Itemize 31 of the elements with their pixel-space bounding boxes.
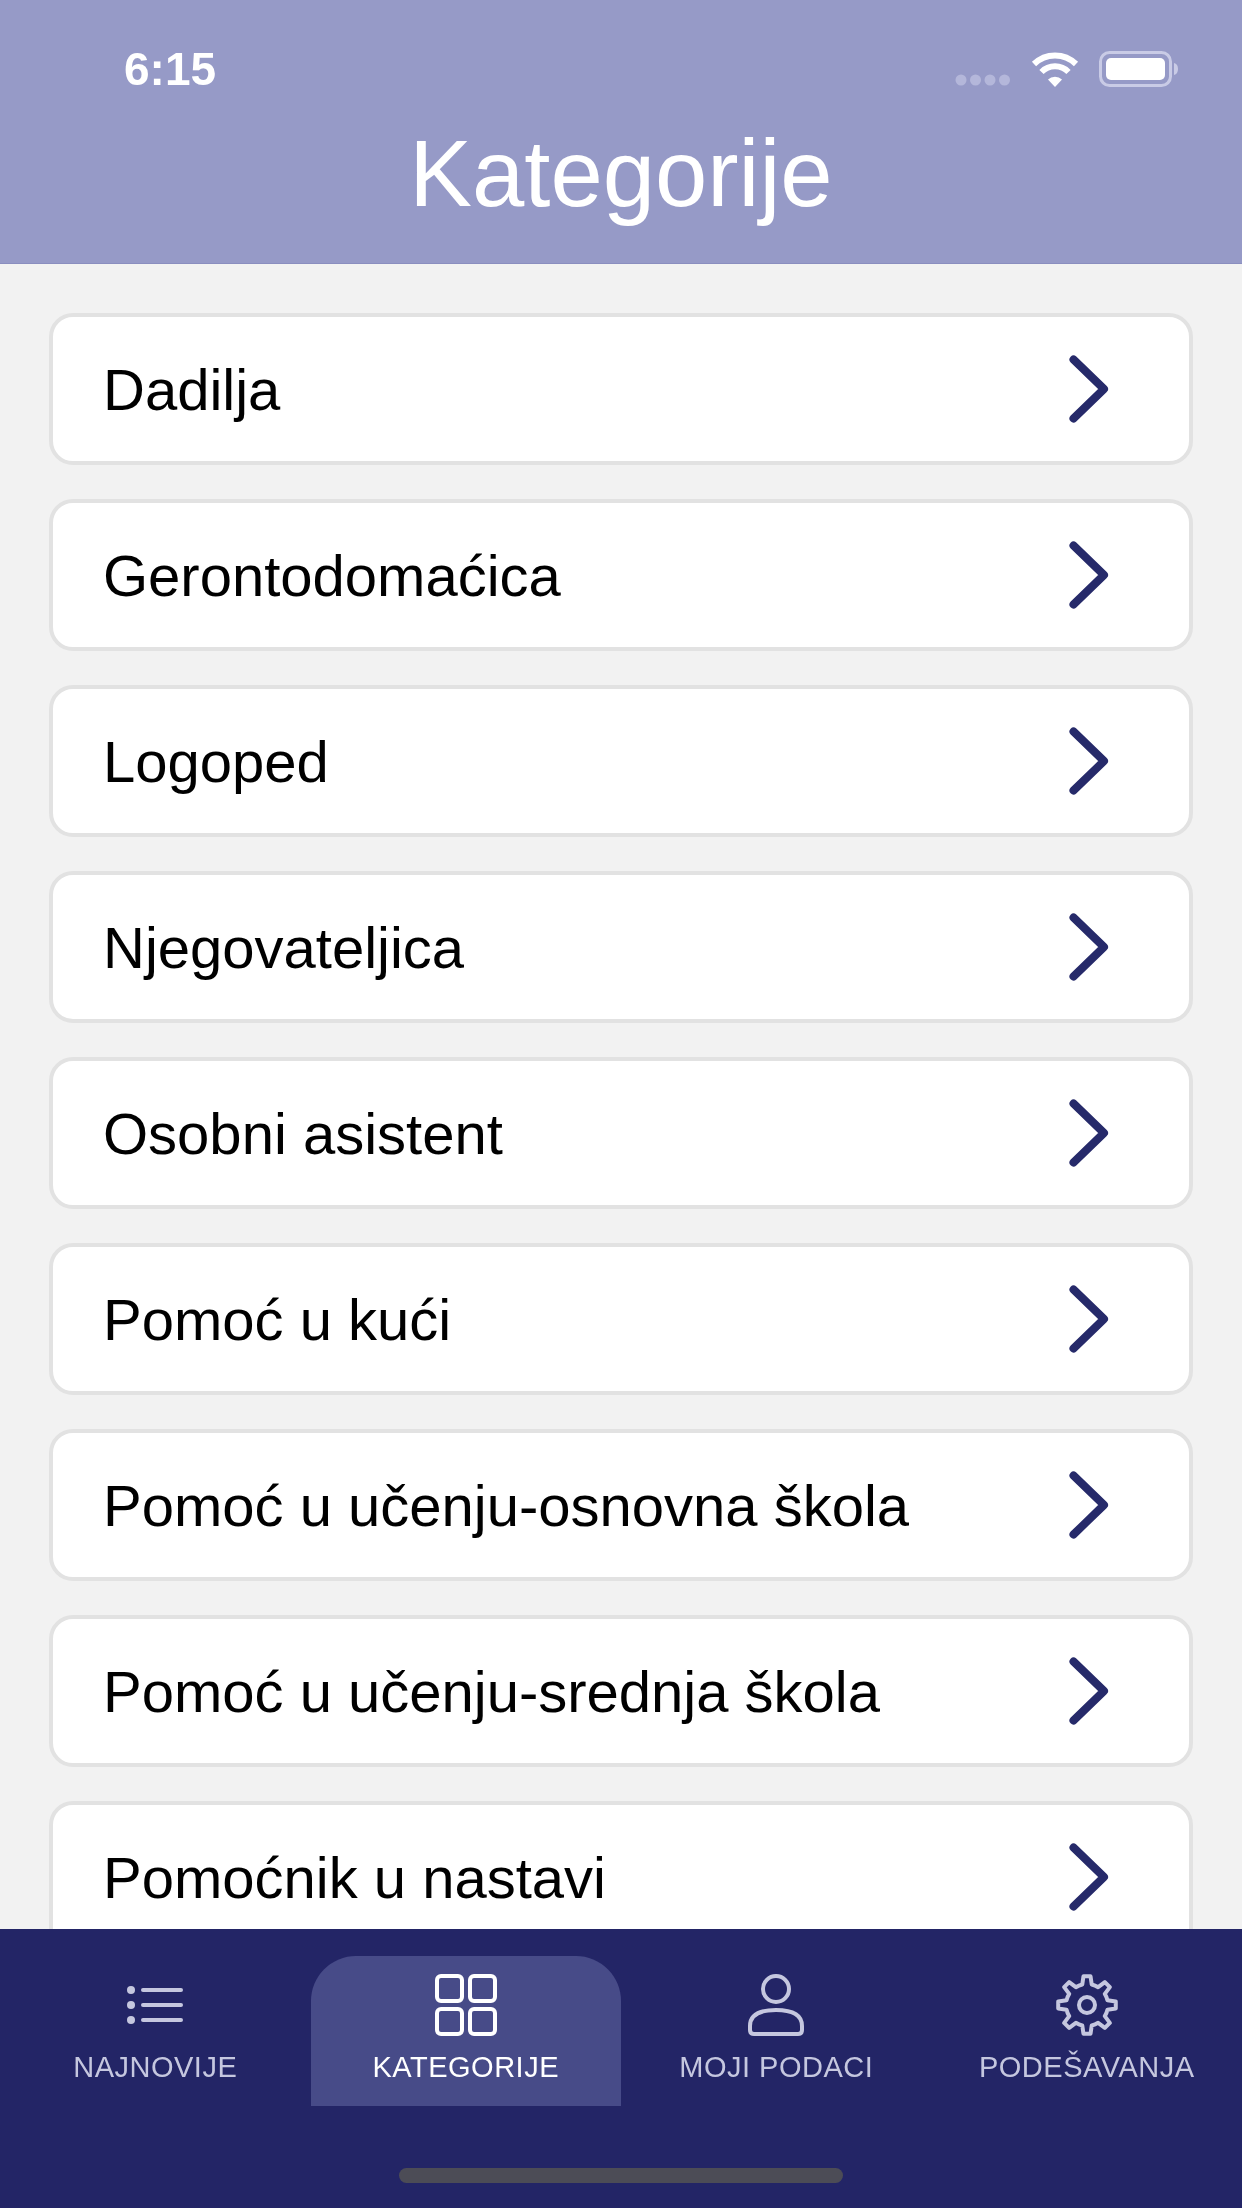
person-icon (747, 1974, 806, 2036)
battery-icon (1099, 51, 1179, 87)
chevron-right-icon (1069, 541, 1109, 609)
tab[interactable]: PODEŠAVANJA (931, 1956, 1242, 2106)
list-icon (127, 1986, 184, 2024)
chevron-right-icon (1069, 1099, 1109, 1167)
category-item[interactable]: Pomoć u učenju-osnovna škola (49, 1429, 1193, 1581)
chevron-right-icon (1069, 355, 1109, 423)
tab[interactable]: KATEGORIJE (310, 1956, 621, 2106)
category-item[interactable]: Logoped (49, 685, 1193, 837)
signal-icon (955, 74, 1011, 86)
category-item[interactable]: Pomoćnik u nastavi (49, 1801, 1193, 1929)
category-item[interactable]: Pomoć u učenju-srednja škola (49, 1615, 1193, 1767)
chevron-right-icon (1069, 1657, 1109, 1725)
category-item[interactable]: Pomoć u kući (49, 1243, 1193, 1395)
chevron-right-icon (1069, 1285, 1109, 1353)
screen-title: Kategorije (408, 120, 834, 228)
wifi-icon (1031, 50, 1079, 88)
chevron-right-icon (1069, 913, 1109, 981)
tab[interactable]: MOJI PODACI (621, 1956, 932, 2106)
category-item[interactable]: Njegovateljica (49, 871, 1193, 1023)
settings-icon (1055, 1974, 1118, 2036)
chevron-right-icon (1069, 1471, 1109, 1539)
chevron-right-icon (1069, 1843, 1109, 1911)
grid-icon (434, 1974, 497, 2036)
tab[interactable]: NAJNOVIJE (0, 1956, 311, 2106)
category-item[interactable]: Dadilja (49, 313, 1193, 465)
chevron-right-icon (1069, 727, 1109, 795)
category-item[interactable]: Osobni asistent (49, 1057, 1193, 1209)
category-item[interactable]: Gerontodomaćica (49, 499, 1193, 651)
status-time: 6:15 (124, 46, 217, 92)
